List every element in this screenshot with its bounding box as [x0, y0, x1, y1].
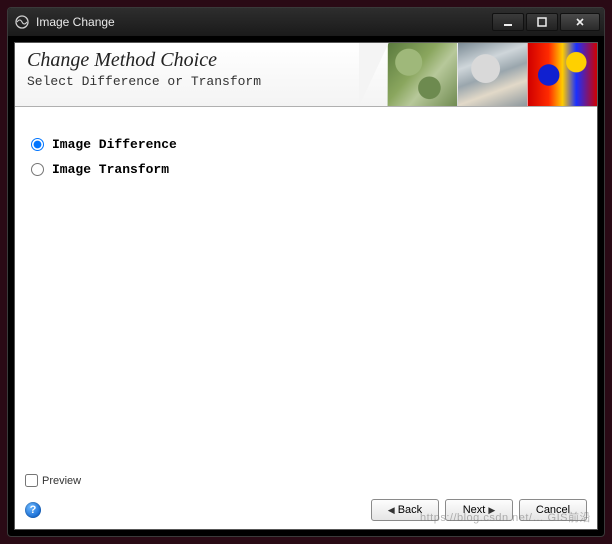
cancel-button-label: Cancel: [536, 504, 570, 516]
help-icon[interactable]: ?: [25, 502, 41, 518]
back-button[interactable]: ◀ Back: [371, 499, 439, 521]
cancel-button[interactable]: Cancel: [519, 499, 587, 521]
radio-image-transform-label: Image Transform: [52, 162, 169, 177]
thumbnail-heatmap: [527, 43, 597, 107]
radio-image-transform[interactable]: Image Transform: [31, 162, 581, 177]
preview-checkbox[interactable]: [25, 474, 38, 487]
thumbnail-vegetation: [387, 43, 457, 107]
wizard-header: Change Method Choice Select Difference o…: [15, 43, 597, 107]
client-area: Change Method Choice Select Difference o…: [14, 42, 598, 530]
preview-checkbox-row[interactable]: Preview: [25, 474, 587, 487]
radio-image-difference-input[interactable]: [31, 138, 44, 151]
titlebar[interactable]: Image Change: [8, 8, 604, 36]
content-area: Image Difference Image Transform: [15, 107, 597, 470]
window-controls: [492, 13, 600, 31]
dialog-window: Image Change Change Method Choice Select…: [7, 7, 605, 537]
app-icon: [14, 14, 30, 30]
chevron-left-icon: ◀: [388, 505, 395, 516]
minimize-button[interactable]: [492, 13, 524, 31]
page-title: Change Method Choice: [27, 49, 261, 72]
radio-image-transform-input[interactable]: [31, 163, 44, 176]
footer: Preview ? ◀ Back Next ▶ Cancel: [15, 470, 597, 529]
radio-image-difference[interactable]: Image Difference: [31, 137, 581, 152]
next-button[interactable]: Next ▶: [445, 499, 513, 521]
back-button-label: Back: [398, 504, 422, 516]
close-button[interactable]: [560, 13, 600, 31]
radio-image-difference-label: Image Difference: [52, 137, 177, 152]
chevron-right-icon: ▶: [488, 505, 495, 516]
next-button-label: Next: [463, 504, 486, 516]
preview-label: Preview: [42, 475, 81, 487]
maximize-button[interactable]: [526, 13, 558, 31]
page-subtitle: Select Difference or Transform: [27, 74, 261, 89]
window-title: Image Change: [36, 15, 115, 29]
thumbnail-terrain: [457, 43, 527, 107]
banner-thumbnails: [387, 43, 597, 107]
